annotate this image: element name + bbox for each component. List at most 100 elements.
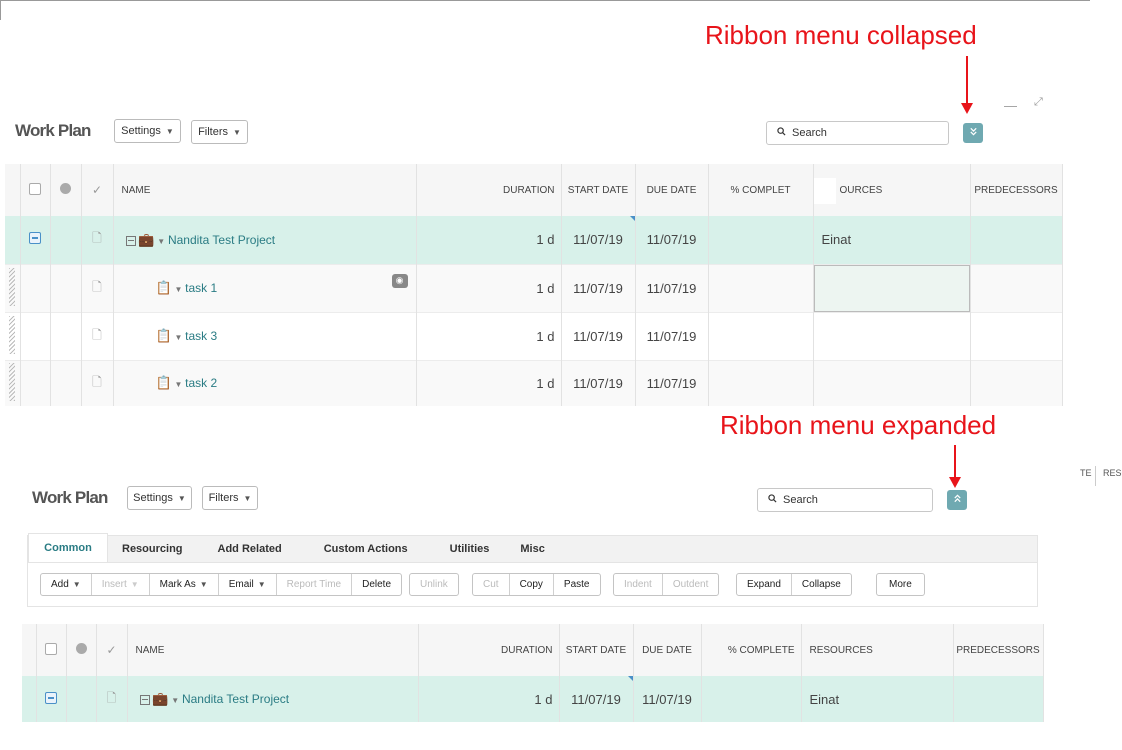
tab-misc[interactable]: Misc [510,536,554,562]
due-date-cell[interactable]: 11/07/19 [633,676,702,722]
row-select[interactable] [20,359,51,406]
more-button[interactable]: More [877,574,924,595]
table-row[interactable]: 🗋 📋 ▼ task 2 1 d 11/07/19 11/07/19 [5,359,1063,406]
due-date-cell[interactable]: 11/07/19 [635,311,709,360]
insert-button[interactable]: Insert ▼ [92,574,150,595]
tab-add-related[interactable]: Add Related [197,536,303,562]
predecessors-cell[interactable] [953,676,1044,722]
header-name[interactable]: NAME [127,624,419,676]
due-date-cell[interactable]: 11/07/19 [635,216,709,264]
tab-common[interactable]: Common [28,533,108,562]
start-date-cell[interactable]: 11/07/19 [559,676,634,722]
task-name-cell[interactable]: 📋 ▼ task 2 [113,359,417,406]
header-start-date[interactable]: START DATE [559,624,634,676]
collapse-icon[interactable] [139,695,150,706]
row-select[interactable] [36,676,67,722]
duration-cell[interactable]: 1 d [416,359,562,406]
start-date-cell[interactable]: 11/07/19 [561,311,636,360]
select-all-checkbox[interactable] [20,164,51,216]
header-resources[interactable]: OURCES [813,164,971,216]
email-button[interactable]: Email ▼ [219,574,277,595]
ribbon-collapse-button[interactable] [947,490,967,510]
header-predecessors[interactable]: PREDECESSORS [970,164,1063,216]
attachment-cell[interactable]: 🗋 [81,359,114,406]
header-name[interactable]: NAME [113,164,417,216]
outdent-button[interactable]: Outdent [663,574,719,595]
percent-cell[interactable] [708,263,814,312]
percent-cell[interactable] [708,216,814,264]
collapse-button[interactable]: Collapse [792,574,851,595]
header-percent-complete[interactable]: % COMPLETE [701,624,802,676]
header-duration[interactable]: DURATION [416,164,562,216]
duration-cell[interactable]: 1 d [416,263,562,312]
expand-button[interactable]: Expand [737,574,792,595]
header-percent-complete[interactable]: % COMPLET [708,164,814,216]
resources-cell[interactable]: Einat [813,216,971,264]
header-resources[interactable]: RESOURCES [801,624,954,676]
start-date-cell[interactable]: 11/07/19 [561,216,636,264]
mark-as-button[interactable]: Mark As ▼ [150,574,219,595]
resources-cell[interactable] [813,311,971,360]
due-date-cell[interactable]: 11/07/19 [635,359,709,406]
attachment-cell[interactable]: 🗋 [81,311,114,360]
ribbon-expand-button[interactable] [963,123,983,143]
minimize-icon[interactable]: — [1004,98,1017,113]
fullscreen-icon[interactable]: ⤢ [1034,96,1043,109]
settings-button[interactable]: Settings ▼ [127,486,192,510]
search-input[interactable]: Search [766,121,949,145]
row-select[interactable] [20,216,51,264]
filters-button[interactable]: Filters ▼ [202,486,258,510]
caret-down-icon[interactable]: ▼ [171,696,179,705]
header-predecessors[interactable]: PREDECESSORS [953,624,1044,676]
predecessors-cell[interactable] [970,359,1063,406]
paste-button[interactable]: Paste [554,574,600,595]
settings-button[interactable]: Settings ▼ [114,119,181,143]
attachment-cell[interactable]: 🗋 [81,216,114,264]
predecessors-cell[interactable] [970,311,1063,360]
copy-button[interactable]: Copy [510,574,554,595]
table-row-project[interactable]: 🗋 💼 ▼ Nandita Test Project 1 d 11/07/19 … [22,676,1044,722]
header-duration[interactable]: DURATION [418,624,560,676]
percent-cell[interactable] [701,676,802,722]
task-name-link[interactable]: task 2 [185,376,217,390]
task-name-link[interactable]: task 1 [185,281,217,295]
eye-icon[interactable]: ◉ [391,273,408,288]
start-date-cell[interactable]: 11/07/19 [561,359,636,406]
project-name-cell[interactable]: 💼 ▼ Nandita Test Project [127,676,419,722]
table-row[interactable]: 🗋 📋 ▼ task 1 ◉ 1 d 11/07/19 11/07/19 [5,263,1063,312]
resources-cell[interactable] [813,359,971,406]
drag-handle[interactable] [5,311,21,360]
attachment-cell[interactable]: 🗋 [81,263,114,312]
due-date-cell[interactable]: 11/07/19 [635,263,709,312]
task-name-cell[interactable]: 📋 ▼ task 3 [113,311,417,360]
header-start-date[interactable]: START DATE [561,164,636,216]
collapse-icon[interactable] [125,236,136,247]
header-due-date[interactable]: DUE DATE [635,164,709,216]
caret-down-icon[interactable]: ▼ [174,380,182,389]
search-input[interactable]: Search [757,488,933,512]
select-all-checkbox[interactable] [36,624,67,676]
table-row[interactable]: 🗋 📋 ▼ task 3 1 d 11/07/19 11/07/19 [5,311,1063,360]
report-time-button[interactable]: Report Time [277,574,353,595]
percent-cell[interactable] [708,311,814,360]
resources-cell-selected[interactable] [813,263,971,312]
tab-custom-actions[interactable]: Custom Actions [303,536,429,562]
row-select[interactable] [20,311,51,360]
caret-down-icon[interactable]: ▼ [174,333,182,342]
project-name-link[interactable]: Nandita Test Project [168,233,275,247]
task-name-link[interactable]: task 3 [185,329,217,343]
project-name-link[interactable]: Nandita Test Project [182,692,289,706]
delete-button[interactable]: Delete [352,574,401,595]
duration-cell[interactable]: 1 d [416,216,562,264]
cut-button[interactable]: Cut [473,574,510,595]
table-row-project[interactable]: 🗋 💼 ▼ Nandita Test Project 1 d 11/07/19 … [5,216,1063,264]
task-name-cell[interactable]: 📋 ▼ task 1 ◉ [113,263,417,312]
unlink-button[interactable]: Unlink [410,574,458,595]
resources-cell[interactable]: Einat [801,676,954,722]
duration-cell[interactable]: 1 d [416,311,562,360]
add-button[interactable]: Add ▼ [41,574,92,595]
indent-button[interactable]: Indent [614,574,663,595]
project-name-cell[interactable]: 💼 ▼ Nandita Test Project [113,216,417,264]
drag-handle[interactable] [5,359,21,406]
caret-down-icon[interactable]: ▼ [174,285,182,294]
